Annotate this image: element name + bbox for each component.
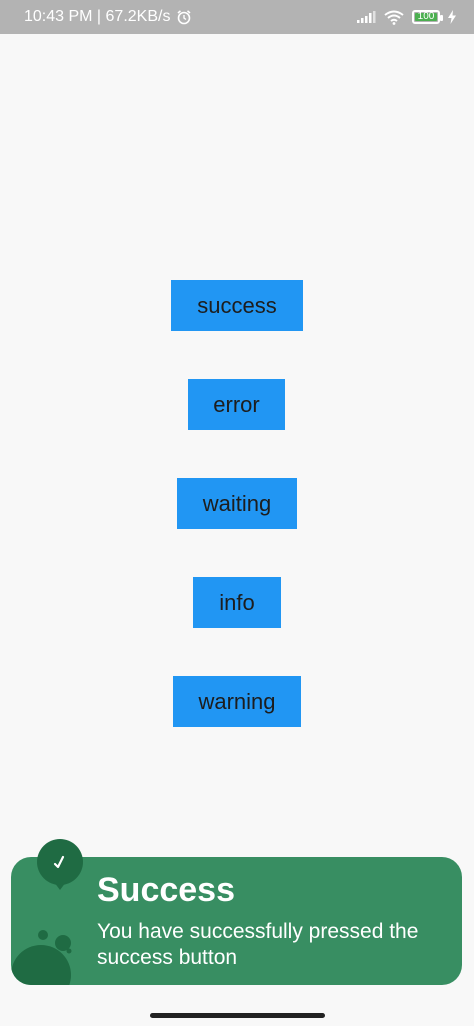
toast-message: You have successfully pressed the succes… [97, 920, 419, 969]
charging-bolt-icon [448, 10, 456, 24]
wifi-icon [384, 10, 404, 25]
toast-title: Success [97, 871, 235, 909]
status-left: 10:43 PM | 67.2KB/s [24, 8, 192, 26]
status-right: 100 [356, 10, 456, 25]
info-button[interactable]: info [193, 577, 281, 628]
signal-icon [356, 10, 376, 24]
bubbles-decoration-icon [11, 930, 72, 985]
error-button[interactable]: error [188, 379, 285, 430]
home-indicator[interactable] [150, 1013, 325, 1018]
check-icon [37, 839, 83, 890]
battery-cap [440, 15, 443, 21]
warning-button[interactable]: warning [173, 676, 301, 727]
status-bar: 10:43 PM | 67.2KB/s 100 [0, 0, 474, 34]
waiting-button[interactable]: waiting [177, 478, 297, 529]
success-button[interactable]: success [171, 280, 303, 331]
alarm-icon [176, 9, 192, 25]
battery-icon: 100 [412, 10, 443, 24]
battery-level: 100 [417, 11, 435, 22]
status-time-speed: 10:43 PM | 67.2KB/s [24, 8, 171, 25]
